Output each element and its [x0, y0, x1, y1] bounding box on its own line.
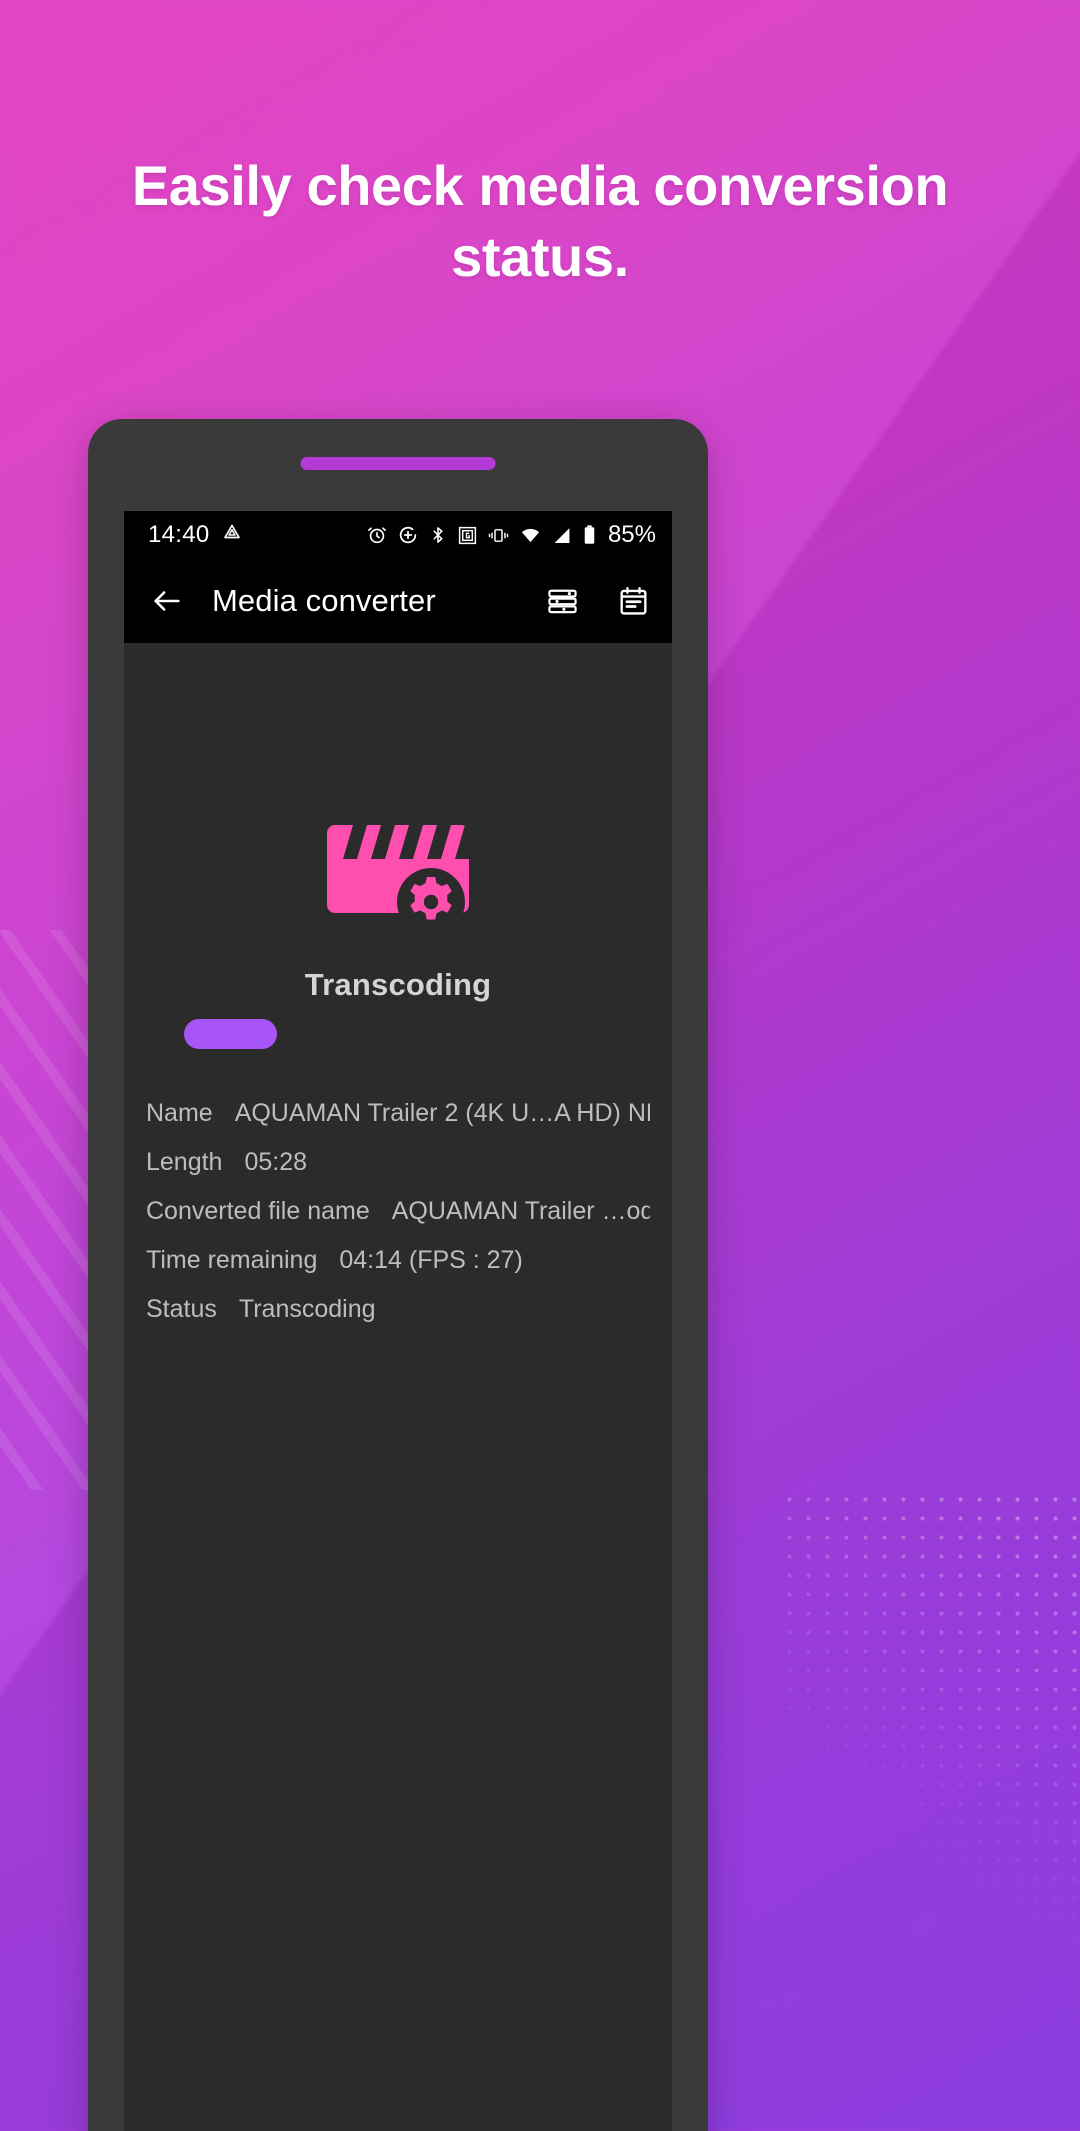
transcoding-status-heading: Transcoding — [304, 967, 492, 1002]
promo-headline: Easily check media conversion status. — [131, 154, 949, 289]
app-bar-actions — [546, 585, 650, 618]
event-note-icon[interactable] — [617, 585, 650, 618]
page-title: Media converter — [212, 583, 436, 618]
progress-bar — [124, 1019, 672, 1049]
detail-label: Time remaining — [146, 1246, 318, 1274]
screen-record-icon — [457, 525, 478, 546]
detail-label: Name — [146, 1099, 213, 1127]
detail-label: Length — [146, 1148, 223, 1176]
do-not-disturb-icon — [397, 524, 419, 546]
detail-label: Converted file name — [146, 1197, 370, 1225]
detail-value: 04:14 (FPS : 27) — [339, 1248, 523, 1273]
alarm-icon — [366, 524, 388, 546]
detail-value: AQUAMAN Trailer 2 (4K U…A HD) NEW 2018.w… — [234, 1101, 650, 1126]
phone-screen: 14:40 85% Media converter Transcoding Na… — [124, 511, 672, 2131]
status-bar-right: 85% — [366, 521, 656, 549]
phone-speaker-grill — [300, 457, 496, 470]
background-dots-decoration — [780, 1490, 1080, 2050]
detail-value: AQUAMAN Trailer …od_Original].mp4 — [391, 1199, 650, 1224]
bluetooth-icon — [428, 524, 448, 546]
detail-row-converted-file-name: Converted file name AQUAMAN Trailer …od_… — [146, 1187, 650, 1236]
progress-bar-fill — [184, 1019, 278, 1049]
detail-value: Transcoding — [238, 1297, 376, 1322]
clapperboard-gear-icon — [124, 643, 672, 937]
tune-sliders-icon[interactable] — [546, 585, 579, 618]
battery-icon — [582, 524, 597, 546]
drive-triangle-icon — [220, 520, 244, 550]
status-bar-left: 14:40 — [148, 520, 244, 550]
detail-row-status: Status Transcoding — [146, 1285, 650, 1334]
vibrate-icon — [487, 525, 510, 546]
conversion-status-panel: Transcoding Name AQUAMAN Trailer 2 (4K U… — [124, 643, 672, 2131]
detail-value: 05:28 — [244, 1150, 308, 1175]
detail-label: Status — [146, 1295, 217, 1323]
detail-row-length: Length 05:28 — [146, 1138, 650, 1187]
signal-icon — [551, 525, 573, 546]
status-bar-clock: 14:40 — [148, 521, 210, 548]
wifi-icon — [519, 525, 542, 546]
arrow-back-icon[interactable] — [150, 584, 184, 618]
battery-percent-label: 85% — [607, 521, 656, 548]
details-list: Name AQUAMAN Trailer 2 (4K U…A HD) NEW 2… — [124, 1089, 672, 1334]
phone-mockup: 14:40 85% Media converter Transcoding Na… — [88, 419, 708, 2131]
detail-row-time-remaining: Time remaining 04:14 (FPS : 27) — [146, 1236, 650, 1285]
status-bar: 14:40 85% — [124, 511, 672, 559]
detail-row-name: Name AQUAMAN Trailer 2 (4K U…A HD) NEW 2… — [146, 1089, 650, 1138]
app-bar: Media converter — [124, 559, 672, 643]
